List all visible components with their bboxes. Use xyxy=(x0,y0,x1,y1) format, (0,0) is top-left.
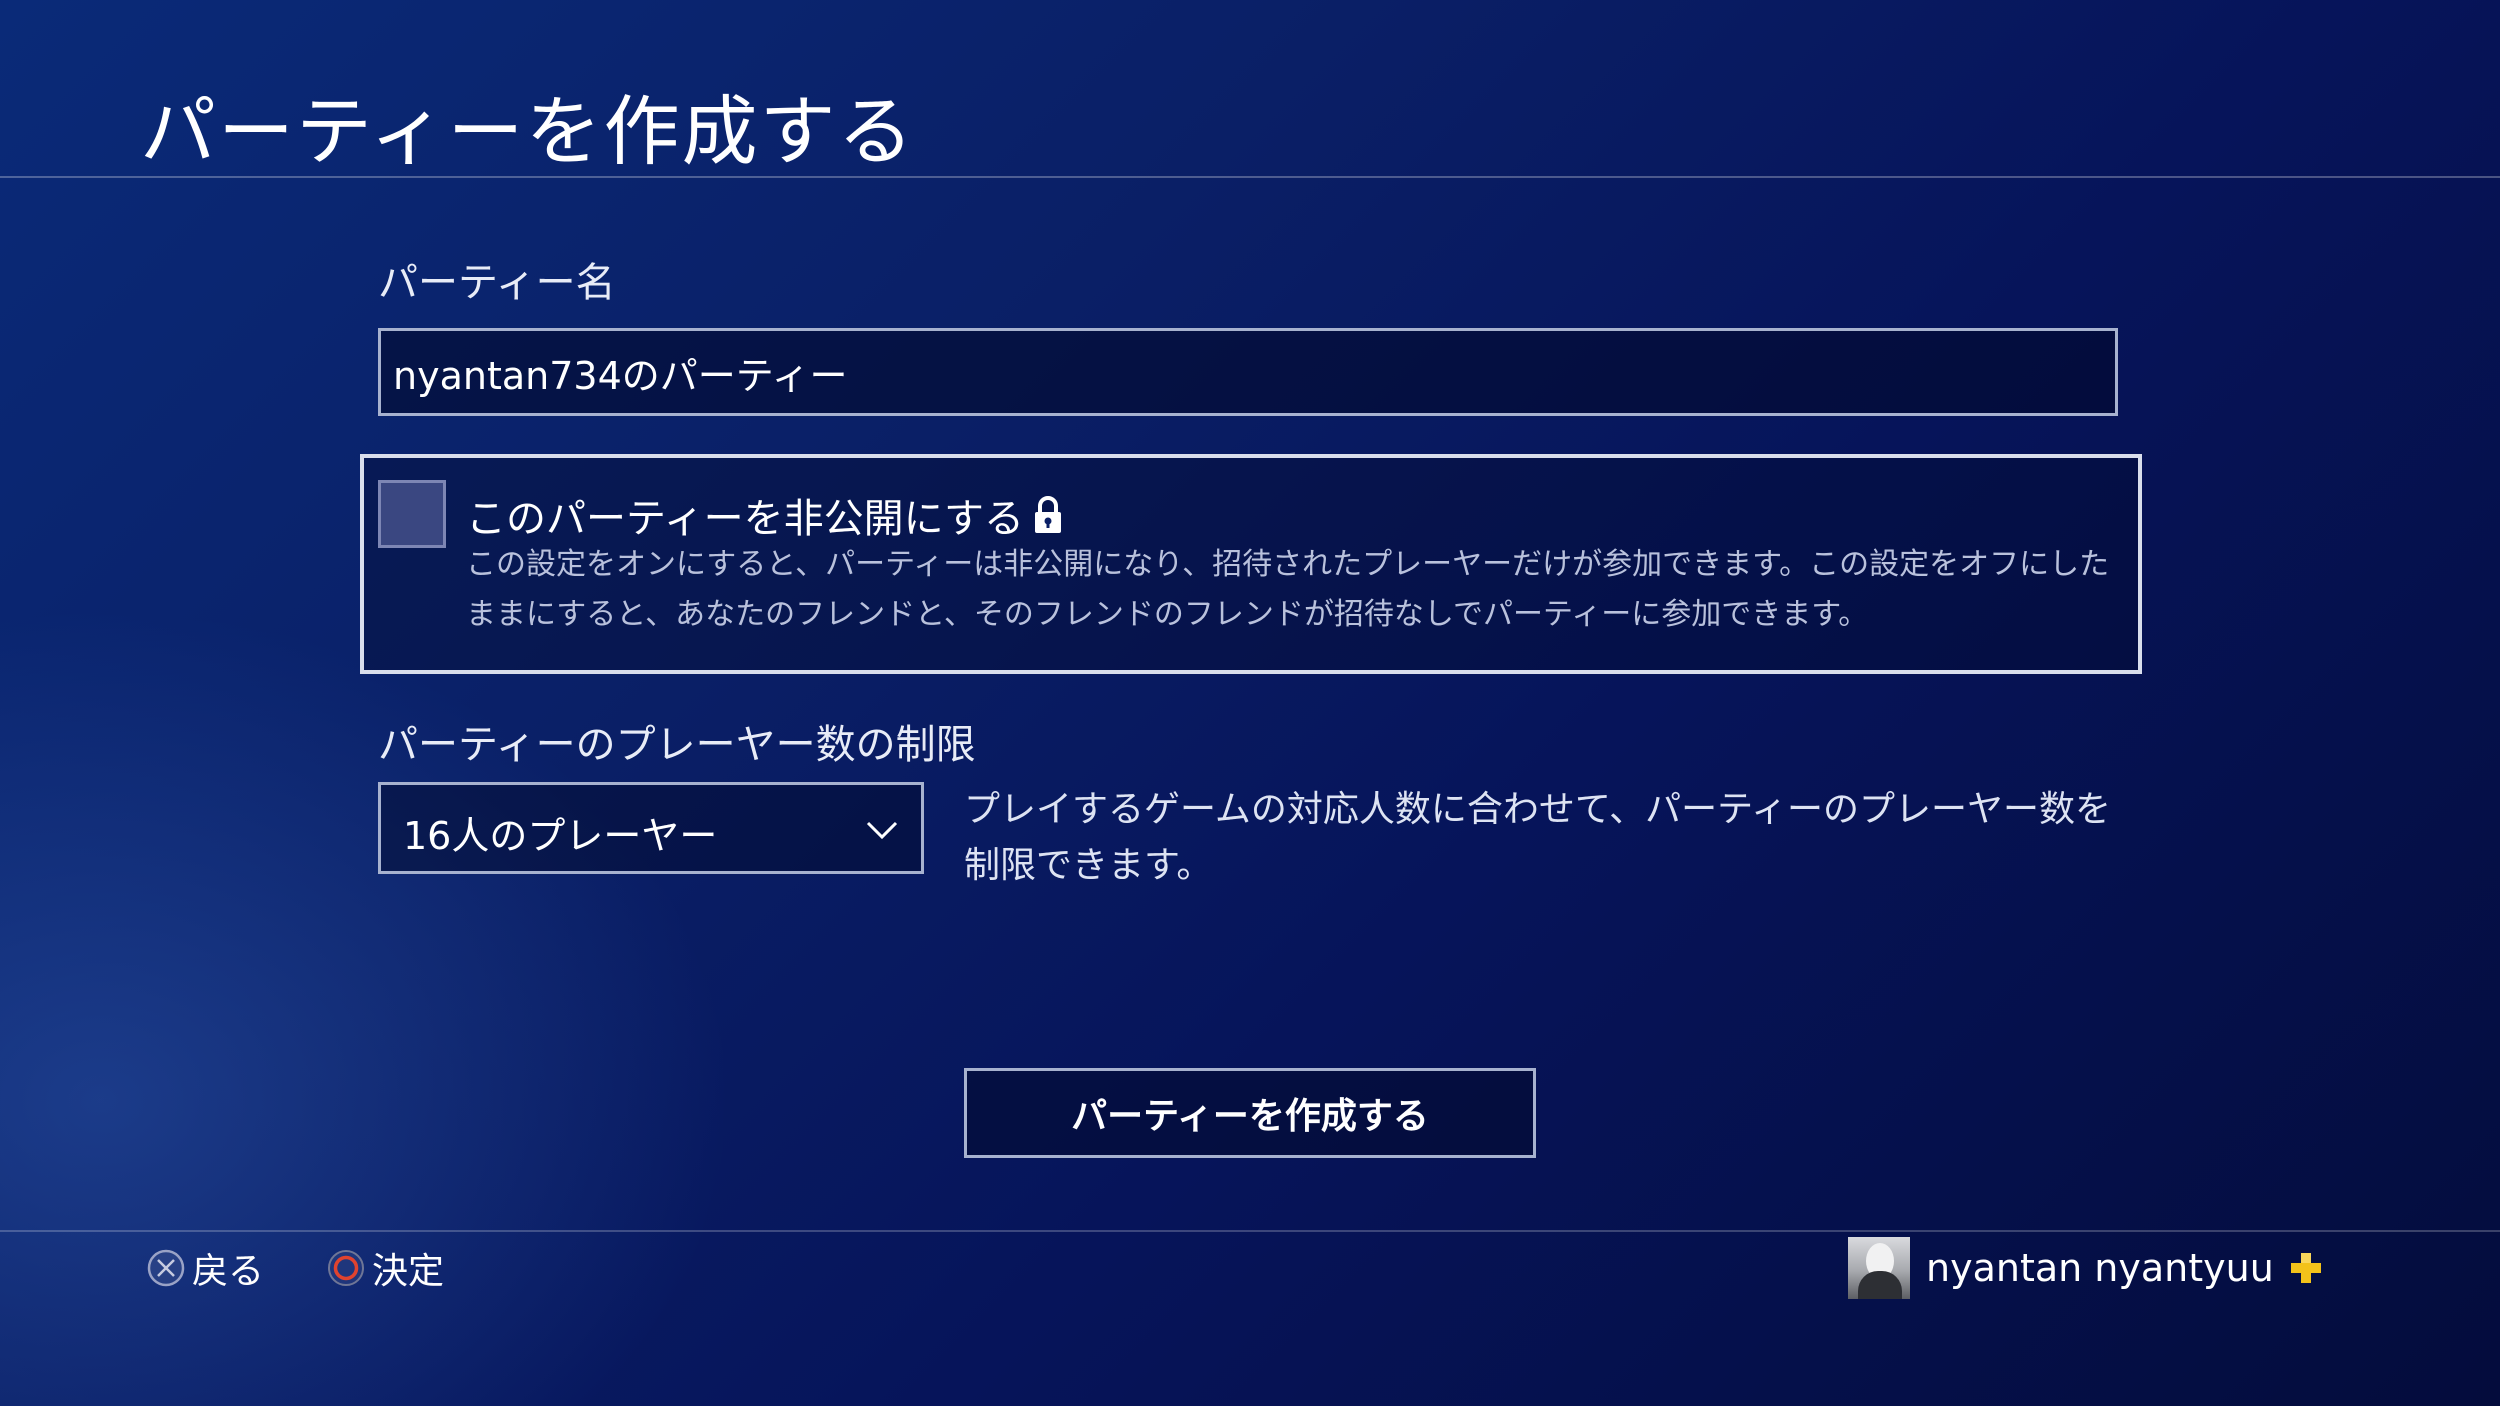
lock-icon xyxy=(1035,496,1061,533)
create-party-button[interactable]: パーティーを作成する xyxy=(964,1068,1536,1158)
party-name-input[interactable] xyxy=(378,328,2118,416)
confirm-hint[interactable]: 決定 xyxy=(326,1244,444,1292)
private-option-label: このパーティーを非公開にする xyxy=(466,496,1024,542)
circle-button-icon xyxy=(328,1250,364,1286)
avatar xyxy=(1848,1237,1910,1299)
player-limit-value: 16人のプレーヤー xyxy=(403,814,718,858)
back-label: 戻る xyxy=(192,1251,265,1292)
user-info: nyantan nyantyuu xyxy=(1848,1236,2324,1300)
player-limit-help: プレイするゲームの対応人数に合わせて、パーティーのプレーヤー数を制限できます。 xyxy=(964,789,2111,886)
player-limit-label: パーティーのプレーヤー数の制限 xyxy=(378,722,976,768)
back-hint[interactable]: 戻る xyxy=(146,1244,264,1292)
page-title: パーティーを作成する xyxy=(140,87,916,176)
party-name-label: パーティー名 xyxy=(378,260,616,306)
user-name: nyantan nyantyuu xyxy=(1926,1246,2274,1290)
private-checkbox[interactable] xyxy=(378,480,446,548)
private-party-option[interactable]: このパーティーを非公開にする この設定をオンにすると、パーティーは非公開になり、… xyxy=(360,454,2142,674)
cross-button-icon xyxy=(147,1249,185,1287)
playstation-plus-icon xyxy=(2290,1253,2321,1283)
private-option-description: この設定をオンにすると、パーティーは非公開になり、招待されたプレーヤーだけが参加… xyxy=(466,547,2110,632)
footer-divider xyxy=(0,1230,2500,1232)
chevron-down-icon xyxy=(866,821,898,840)
confirm-label: 決定 xyxy=(372,1251,445,1292)
private-option-title: このパーティーを非公開にする xyxy=(466,486,1064,544)
player-limit-select[interactable]: 16人のプレーヤー xyxy=(378,782,924,874)
header-divider xyxy=(0,176,2500,178)
